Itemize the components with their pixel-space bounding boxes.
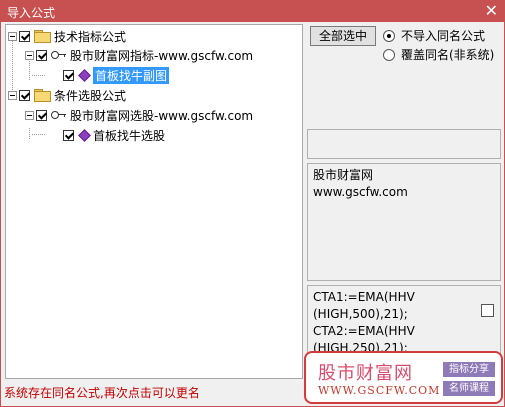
tree-node-label: 条件选股公式 — [54, 88, 127, 103]
code-panel-checkbox[interactable] — [481, 304, 494, 317]
description-line: www.gscfw.com — [313, 185, 408, 199]
checkbox[interactable] — [36, 109, 47, 121]
tree-node-screening-formulas[interactable]: 条件选股公式 — [8, 86, 126, 104]
description-line: 股市财富网 — [313, 168, 374, 182]
tree-node-label-selected: 首板找牛副图 — [93, 66, 170, 84]
code-line: CTA2:=EMA(HHV — [313, 324, 415, 338]
radio-circle[interactable] — [383, 48, 395, 61]
watermark-badge: 指标分享 — [443, 362, 495, 377]
checkbox[interactable] — [19, 89, 30, 101]
watermark-banner: 股市财富网 WWW.GSCFW.COM 指标分享 名师课程 — [304, 351, 503, 404]
collapse-toggle[interactable] — [8, 90, 17, 100]
tree-node-indicator-formulas[interactable]: 技术指标公式 — [8, 27, 126, 45]
checkbox[interactable] — [63, 69, 74, 81]
skip-same-name-radio[interactable]: 不导入同名公式 — [383, 27, 485, 44]
window-title: 导入公式 — [7, 6, 56, 20]
import-formula-dialog: 导入公式 ✕ 技术指标公式 股市财富网指标-www.gscfw.com 首板找牛… — [0, 0, 505, 407]
overwrite-same-name-radio[interactable]: 覆盖同名(非系统) — [383, 46, 494, 63]
checkbox[interactable] — [19, 30, 30, 42]
key-icon — [51, 50, 67, 60]
watermark-badge: 名师课程 — [443, 381, 495, 396]
radio-circle[interactable] — [383, 29, 395, 42]
key-icon — [51, 110, 67, 120]
code-line: (HIGH,500),21); — [313, 307, 408, 321]
select-all-button[interactable]: 全部选中 — [310, 26, 376, 46]
empty-info-panel — [307, 129, 501, 159]
folder-icon — [34, 89, 51, 102]
tree-node-label: 技术指标公式 — [54, 29, 127, 44]
tree-node-indicator-group[interactable]: 股市财富网指标-www.gscfw.com — [25, 46, 253, 64]
code-line: CTA1:=EMA(HHV — [313, 290, 415, 304]
watermark-url: WWW.GSCFW.COM — [318, 384, 441, 397]
checkbox[interactable] — [36, 49, 47, 61]
collapse-toggle[interactable] — [25, 50, 34, 60]
tree-node-label: 首板找牛选股 — [93, 128, 166, 143]
formula-diamond-icon — [78, 129, 90, 141]
collapse-toggle[interactable] — [25, 110, 34, 120]
folder-icon — [34, 30, 51, 43]
formula-tree[interactable]: 技术指标公式 股市财富网指标-www.gscfw.com 首板找牛副图 条件选股… — [5, 24, 303, 379]
description-panel[interactable]: 股市财富网 www.gscfw.com — [307, 163, 501, 281]
radio-label: 覆盖同名(非系统) — [401, 48, 495, 62]
watermark-site-name: 股市财富网 — [318, 363, 413, 384]
tree-node-indicator-formula[interactable]: 首板找牛副图 — [63, 66, 170, 84]
formula-diamond-icon — [78, 69, 90, 81]
tree-node-label: 股市财富网指标-www.gscfw.com — [70, 48, 254, 63]
checkbox[interactable] — [63, 129, 74, 141]
tree-node-screening-group[interactable]: 股市财富网选股-www.gscfw.com — [25, 106, 253, 124]
close-icon[interactable]: ✕ — [485, 2, 498, 20]
tree-node-label: 股市财富网选股-www.gscfw.com — [70, 108, 254, 123]
status-message: 系统存在同名公式,再次点击可以更名 — [4, 386, 200, 400]
collapse-toggle[interactable] — [8, 31, 17, 41]
title-bar[interactable]: 导入公式 ✕ — [1, 1, 504, 22]
tree-node-screening-formula[interactable]: 首板找牛选股 — [63, 126, 165, 144]
radio-label: 不导入同名公式 — [401, 29, 486, 43]
